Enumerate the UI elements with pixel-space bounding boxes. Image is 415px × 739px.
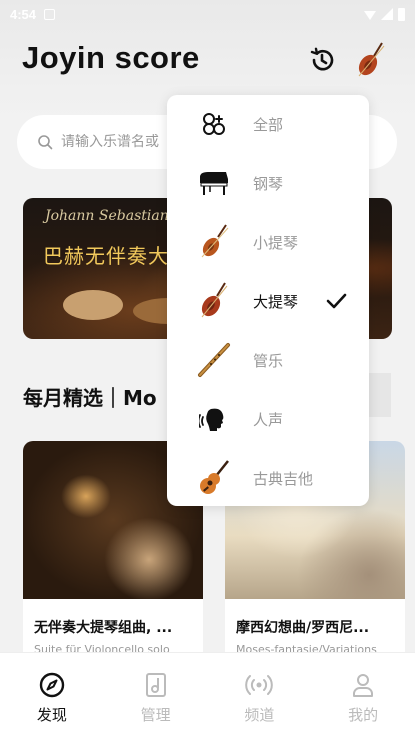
section-title: 每月精选｜Mo: [23, 386, 157, 410]
check-icon: [326, 293, 347, 309]
menu-item-violin[interactable]: 小提琴: [167, 216, 369, 268]
banner-artwork: [63, 290, 123, 320]
cello-icon[interactable]: [355, 40, 387, 80]
instrument-dropdown: 全部 钢琴 小提琴 大提琴 管乐 人声 古典吉他: [167, 95, 369, 506]
all-icon: [197, 104, 231, 144]
menu-item-classical-guitar[interactable]: 古典吉他: [167, 452, 369, 504]
tab-manage[interactable]: 管理: [104, 653, 208, 739]
compass-icon: [39, 672, 65, 698]
menu-item-piano[interactable]: 钢琴: [167, 157, 369, 209]
banner-title: 巴赫无伴奏大: [43, 244, 169, 268]
tab-discover[interactable]: 发现: [0, 653, 104, 739]
score-card-title: 摩西幻想曲/罗西尼...: [236, 620, 370, 636]
menu-item-label: 小提琴: [253, 233, 299, 252]
menu-item-label: 全部: [253, 115, 284, 134]
menu-item-wind[interactable]: 管乐: [167, 334, 369, 386]
app-title: Joyin score: [22, 40, 200, 75]
status-time: 4:54: [10, 6, 37, 22]
guitar-icon: [197, 458, 231, 498]
violin-icon: [197, 222, 231, 262]
status-bar: 4:54: [0, 0, 415, 28]
banner-script-text: Johann Sebastian B: [45, 208, 184, 224]
signal-icon: [381, 8, 393, 20]
person-icon: [353, 674, 374, 697]
tab-channel[interactable]: 频道: [208, 653, 312, 739]
menu-item-all[interactable]: 全部: [167, 98, 369, 150]
score-card-title: 无伴奏大提琴组曲, ...: [34, 620, 173, 636]
tab-label: 发现: [36, 706, 67, 724]
history-icon[interactable]: [308, 46, 336, 74]
tab-label: 频道: [244, 706, 275, 724]
tab-label: 管理: [140, 706, 171, 724]
broadcast-icon: [245, 675, 274, 695]
menu-item-label: 古典吉他: [253, 469, 314, 488]
flute-icon: [197, 340, 231, 380]
menu-item-label: 人声: [253, 410, 284, 429]
wifi-icon: [364, 11, 376, 20]
piano-icon: [197, 163, 231, 203]
menu-item-cello[interactable]: 大提琴: [167, 275, 369, 327]
bottom-tab-bar: 发现 管理 频道 我的: [0, 652, 415, 739]
search-icon: [38, 135, 53, 150]
sim-icon: [44, 8, 56, 20]
cello-icon: [197, 281, 231, 321]
menu-item-label: 钢琴: [253, 174, 284, 193]
menu-item-vocal[interactable]: 人声: [167, 393, 369, 445]
voice-icon: [197, 399, 231, 439]
battery-icon: [398, 7, 405, 21]
tab-label: 我的: [348, 706, 379, 724]
tab-profile[interactable]: 我的: [311, 653, 415, 739]
menu-item-label: 大提琴: [253, 292, 299, 311]
music-note-icon: [145, 673, 166, 697]
menu-item-label: 管乐: [253, 351, 284, 370]
